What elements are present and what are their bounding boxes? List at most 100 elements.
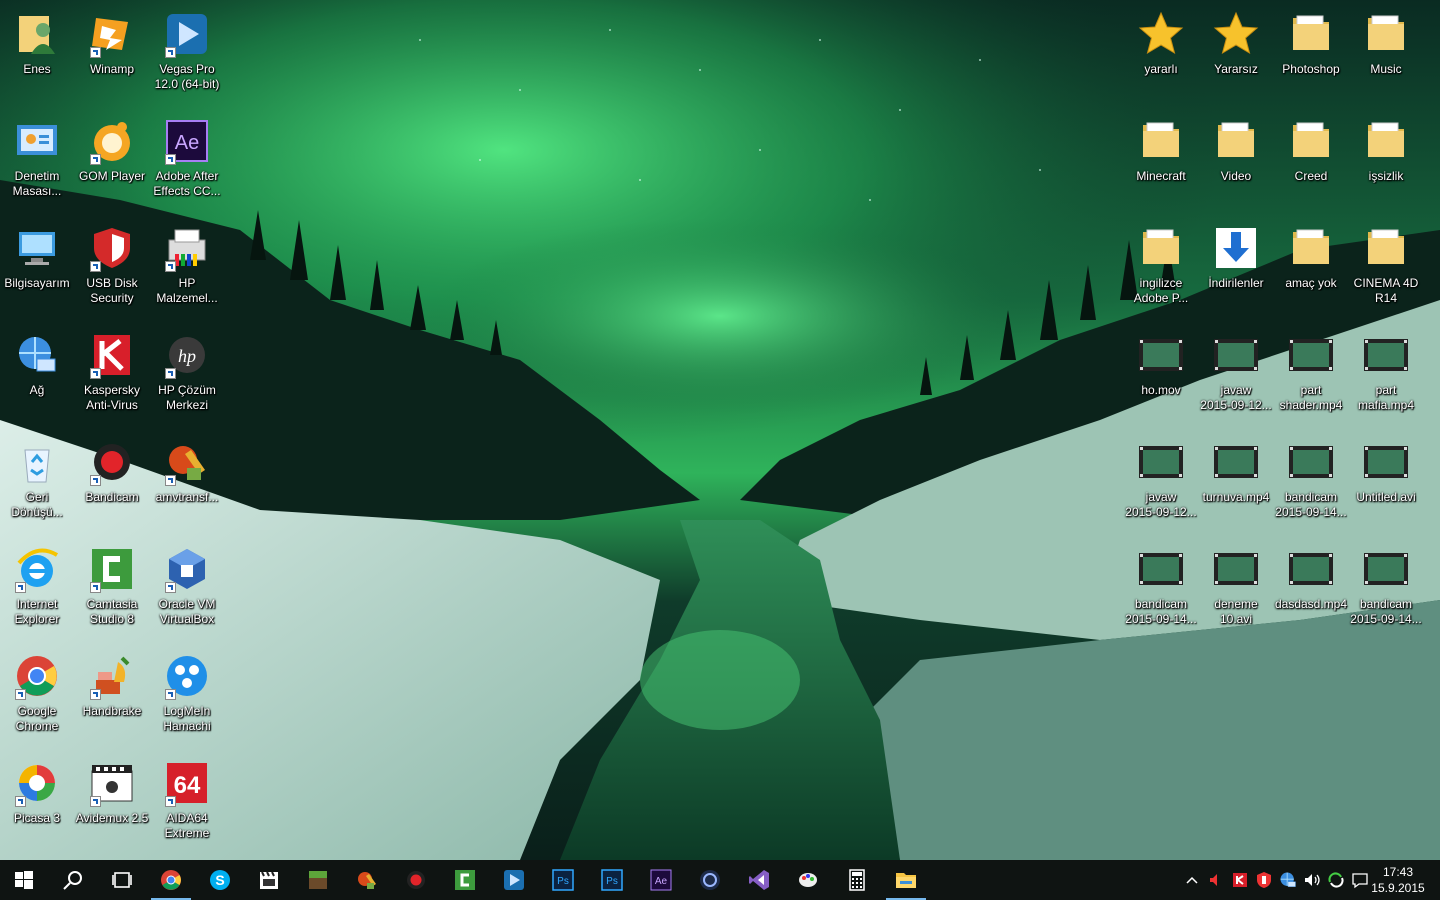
desktop-icon[interactable]: Music: [1348, 4, 1424, 104]
desktop-icon[interactable]: Denetim Masası...: [0, 111, 75, 211]
desktop-icon[interactable]: Minecraft: [1123, 111, 1199, 211]
shortcut-arrow-icon: [90, 475, 101, 486]
desktop-icon[interactable]: Google Chrome: [0, 646, 75, 746]
paint-taskbar-button[interactable]: [784, 860, 832, 900]
desktop-icon[interactable]: Ağ: [0, 325, 75, 425]
clock-time: 17:43: [1382, 865, 1414, 879]
clock-date: 15.9.2015: [1371, 881, 1425, 895]
chrome-taskbar-button[interactable]: [147, 860, 195, 900]
volume-icon[interactable]: [1302, 870, 1322, 890]
amvtransformer-taskbar-button[interactable]: [343, 860, 391, 900]
desktop-icon-label: CINEMA 4D R14: [1353, 276, 1419, 305]
winamp-icon: [88, 10, 136, 58]
after-effects-icon: Ae: [649, 868, 673, 892]
photoshop-taskbar-button[interactable]: Ps: [539, 860, 587, 900]
desktop-icon[interactable]: Picasa 3: [0, 753, 75, 853]
shield-icon[interactable]: [1254, 870, 1274, 890]
desktop-icon[interactable]: part shader.mp4: [1273, 325, 1349, 425]
after-effects-taskbar-button[interactable]: Ae: [637, 860, 685, 900]
desktop-icon[interactable]: Winamp: [74, 4, 150, 104]
desktop-icon[interactable]: Oracle VM VirtualBox: [149, 539, 225, 639]
desktop-icon[interactable]: Vegas Pro 12.0 (64-bit): [149, 4, 225, 104]
vegas-pro-icon: [163, 10, 211, 58]
desktop-icon[interactable]: Bilgisayarım: [0, 218, 75, 318]
calculator-taskbar-button[interactable]: [833, 860, 881, 900]
camtasia-icon: [88, 545, 136, 593]
skype-taskbar-button[interactable]: S: [196, 860, 244, 900]
desktop-icon[interactable]: Handbrake: [74, 646, 150, 746]
camtasia-taskbar-button[interactable]: [441, 860, 489, 900]
desktop-icon-label: işsizlik: [1368, 169, 1404, 183]
search-button[interactable]: [49, 860, 97, 900]
desktop-icon[interactable]: javaw 2015-09-12...: [1123, 432, 1199, 532]
minecraft-taskbar-button[interactable]: [294, 860, 342, 900]
folder-icon: [1287, 117, 1335, 165]
clock[interactable]: 17:43 15.9.2015: [1368, 864, 1428, 896]
desktop-icon[interactable]: CINEMA 4D R14: [1348, 218, 1424, 318]
desktop-icon[interactable]: turnuva.mp4: [1198, 432, 1274, 532]
desktop-icon[interactable]: Kaspersky Anti-Virus: [74, 325, 150, 425]
start-button[interactable]: [0, 860, 48, 900]
kaspersky-tray-icon[interactable]: [1230, 870, 1250, 890]
desktop-icon[interactable]: GOM Player: [74, 111, 150, 211]
photoshop-icon: Ps: [551, 868, 575, 892]
desktop-icon[interactable]: Enes: [0, 4, 75, 104]
video-file-icon: [1212, 545, 1260, 593]
hamachi-icon: [163, 652, 211, 700]
bandicam-icon: [404, 868, 428, 892]
hp-solution-center-icon: hp: [163, 331, 211, 379]
desktop-icon[interactable]: İndirilenler: [1198, 218, 1274, 318]
desktop-icon[interactable]: Untitled.avi: [1348, 432, 1424, 532]
desktop-icon[interactable]: dasdasd.mp4: [1273, 539, 1349, 639]
desktop-icon[interactable]: bandicam 2015-09-14...: [1273, 432, 1349, 532]
desktop-icon[interactable]: ho.mov: [1123, 325, 1199, 425]
desktop-icon[interactable]: Photoshop: [1273, 4, 1349, 104]
desktop-icon[interactable]: bandicam 2015-09-14...: [1348, 539, 1424, 639]
desktop-icon[interactable]: javaw 2015-09-12...: [1198, 325, 1274, 425]
photoshop-cc-taskbar-button[interactable]: Ps: [588, 860, 636, 900]
desktop-icon[interactable]: Creed: [1273, 111, 1349, 211]
desktop-icon[interactable]: LogMeIn Hamachi: [149, 646, 225, 746]
desktop-icon[interactable]: USB Disk Security: [74, 218, 150, 318]
bandicam-taskbar-button[interactable]: [392, 860, 440, 900]
file-explorer-taskbar-button[interactable]: [882, 860, 930, 900]
vegas-taskbar-button[interactable]: [490, 860, 538, 900]
desktop-icon[interactable]: amvtransf...: [149, 432, 225, 532]
desktop-icon[interactable]: Avidemux 2.5: [74, 753, 150, 853]
desktop-icon[interactable]: deneme 10.avi: [1198, 539, 1274, 639]
volume-mute-icon[interactable]: [1206, 870, 1226, 890]
cinema4d-taskbar-button[interactable]: [686, 860, 734, 900]
desktop-icon[interactable]: HP Malzemel...: [149, 218, 225, 318]
desktop-icon[interactable]: bandicam 2015-09-14...: [1123, 539, 1199, 639]
desktop-icon[interactable]: yararlı: [1123, 4, 1199, 104]
visual-studio-icon: [747, 868, 771, 892]
desktop-icon[interactable]: Camtasia Studio 8: [74, 539, 150, 639]
desktop-icon[interactable]: Video: [1198, 111, 1274, 211]
desktop-icon[interactable]: Internet Explorer: [0, 539, 75, 639]
desktop-icon-label: Adobe After Effects CC...: [153, 169, 221, 198]
desktop-icon-label: deneme 10.avi: [1214, 597, 1258, 626]
task-view-button[interactable]: [98, 860, 146, 900]
desktop-icon-label: Bilgisayarım: [4, 276, 70, 290]
minecraft-icon: [306, 868, 330, 892]
desktop-icon[interactable]: part mafia.mp4: [1348, 325, 1424, 425]
folder-icon: [1362, 10, 1410, 58]
desktop-icon[interactable]: Yararsız: [1198, 4, 1274, 104]
desktop-icon[interactable]: ingilizce Adobe P...: [1123, 218, 1199, 318]
desktop-icon[interactable]: işsizlik: [1348, 111, 1424, 211]
desktop-icon[interactable]: Geri Dönüşü...: [0, 432, 75, 532]
chevron-up-icon[interactable]: [1182, 870, 1202, 890]
network-icon[interactable]: [1278, 870, 1298, 890]
notification-icon[interactable]: [1350, 870, 1370, 890]
visual-studio-taskbar-button[interactable]: [735, 860, 783, 900]
sync-icon[interactable]: [1326, 870, 1346, 890]
clapper-taskbar-button[interactable]: [245, 860, 293, 900]
video-file-icon: [1287, 331, 1335, 379]
desktop-icon[interactable]: 64 AIDA64 Extreme: [149, 753, 225, 853]
desktop-icon[interactable]: Ae Adobe After Effects CC...: [149, 111, 225, 211]
desktop-icon-label: bandicam 2015-09-14...: [1125, 597, 1197, 626]
desktop-icon[interactable]: Bandicam: [74, 432, 150, 532]
desktop-icon-label: amvtransf...: [155, 490, 219, 504]
desktop-icon[interactable]: amaç yok: [1273, 218, 1349, 318]
desktop-icon[interactable]: hp HP Çözüm Merkezi: [149, 325, 225, 425]
